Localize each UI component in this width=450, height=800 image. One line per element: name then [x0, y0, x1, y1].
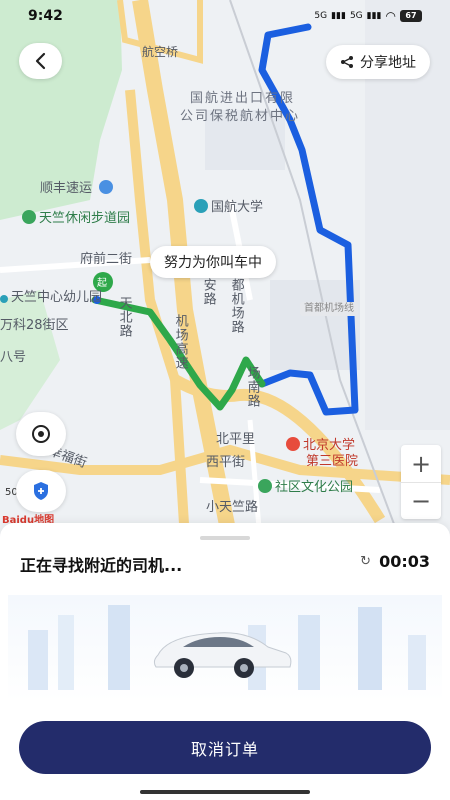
bottom-sheet: 正在寻找附近的司机... ↻ 00:03 取消订单 [0, 523, 450, 800]
zoom-control: + − [401, 445, 441, 519]
zoom-out-button[interactable]: − [401, 482, 441, 519]
city-car-icon [28, 605, 426, 690]
status-bar: 9:42 5G ▮▮▮ 5G ▮▮▮ ◠ 67 [0, 0, 450, 32]
searching-status: 正在寻找附近的司机... [20, 556, 183, 575]
cancel-order-button[interactable]: 取消订单 [19, 721, 431, 774]
kindergarten-icon [0, 295, 8, 303]
status-callout: 努力为你叫车中 [150, 246, 276, 278]
back-button[interactable] [19, 43, 62, 79]
network-label-2: 5G [349, 11, 363, 21]
safety-button[interactable] [16, 470, 66, 512]
school-icon [194, 199, 208, 213]
courier-icon [99, 180, 114, 194]
hospital-text-1: 北京大学 [303, 438, 356, 453]
map-label-baho: 八号 [0, 350, 27, 365]
shunfeng-text: 顺丰速运 [40, 181, 93, 196]
map-label-jichang-gao: 机场高速 [172, 314, 188, 370]
status-icons: 5G ▮▮▮ 5G ▮▮▮ ◠ 67 [314, 9, 422, 23]
kinder-text: 天竺中心幼儿园 [11, 290, 103, 305]
wifi-icon: ◠ [385, 9, 396, 23]
app-root: 起 航空桥 国航进出口有限 公司保税航材中心 顺丰速运 天竺休闲步道园 国航大学… [0, 0, 450, 800]
hospital-text-2: 第三医院 [306, 453, 359, 469]
shield-icon [34, 482, 48, 500]
car-illustration [8, 595, 442, 701]
zoom-in-button[interactable]: + [401, 445, 441, 482]
map-label-xipingjie: 西平街 [206, 455, 246, 470]
map-label-hospital: 北京大学 第三医院 [286, 437, 358, 469]
map-label-cauc: 国航大学 [194, 199, 263, 216]
map-label-anlu: 安路 [200, 278, 216, 306]
map-label-dujichang: 都机场路 [228, 278, 244, 334]
map-label-beipingli: 北平里 [216, 432, 256, 447]
map-label-hangkongqiao: 航空桥 [142, 45, 179, 59]
wait-timer: ↻ 00:03 [360, 552, 430, 571]
map-view[interactable]: 起 航空桥 国航进出口有限 公司保税航材中心 顺丰速运 天竺休闲步道园 国航大学… [0, 0, 450, 540]
signal-icon: ▮▮▮ [331, 11, 346, 21]
signal-icon-2: ▮▮▮ [366, 11, 382, 21]
chevron-left-icon [35, 52, 45, 70]
network-label-1: 5G [314, 11, 328, 21]
tianzhu-park-text: 天竺休闲步道园 [39, 211, 131, 226]
map-label-company-2: 公司保税航材中心 [180, 109, 301, 124]
map-label-shunfeng: 顺丰速运 [40, 180, 116, 197]
timer-value: 00:03 [379, 552, 430, 571]
locate-me-button[interactable] [16, 412, 66, 456]
map-label-company-1: 国航进出口有限 [190, 91, 296, 106]
hospital-icon [286, 437, 300, 451]
share-icon [341, 56, 353, 68]
refresh-icon: ↻ [360, 554, 372, 569]
status-time: 9:42 [28, 8, 63, 24]
map-label-community-park: 社区文化公园 [258, 479, 353, 496]
park-icon [22, 210, 36, 224]
battery-icon: 67 [400, 10, 422, 22]
sheet-handle[interactable] [200, 536, 250, 540]
map-label-shoudu-line: 首都机场线 [300, 302, 358, 316]
map-label-wanke: 万科28街区 [0, 318, 69, 333]
share-label: 分享地址 [360, 55, 416, 71]
map-label-nanlu: 场南路 [244, 366, 260, 408]
share-address-button[interactable]: 分享地址 [326, 45, 430, 79]
community-park-text: 社区文化公园 [275, 480, 354, 495]
locate-icon [32, 425, 50, 443]
map-label-tianzhu-kinder: 天竺中心幼儿园 [0, 290, 102, 306]
map-label-tianbei: 天北路 [116, 296, 132, 338]
park-icon-2 [258, 479, 272, 493]
map-label-tianzhu-park: 天竺休闲步道园 [22, 210, 130, 227]
map-label-fuqian: 府前二街 [80, 252, 133, 267]
home-indicator[interactable] [140, 790, 310, 794]
cauc-text: 国航大学 [211, 200, 264, 215]
map-label-xiaotianzhu: 小天竺路 [206, 500, 259, 515]
origin-badge: 起 [97, 278, 107, 289]
